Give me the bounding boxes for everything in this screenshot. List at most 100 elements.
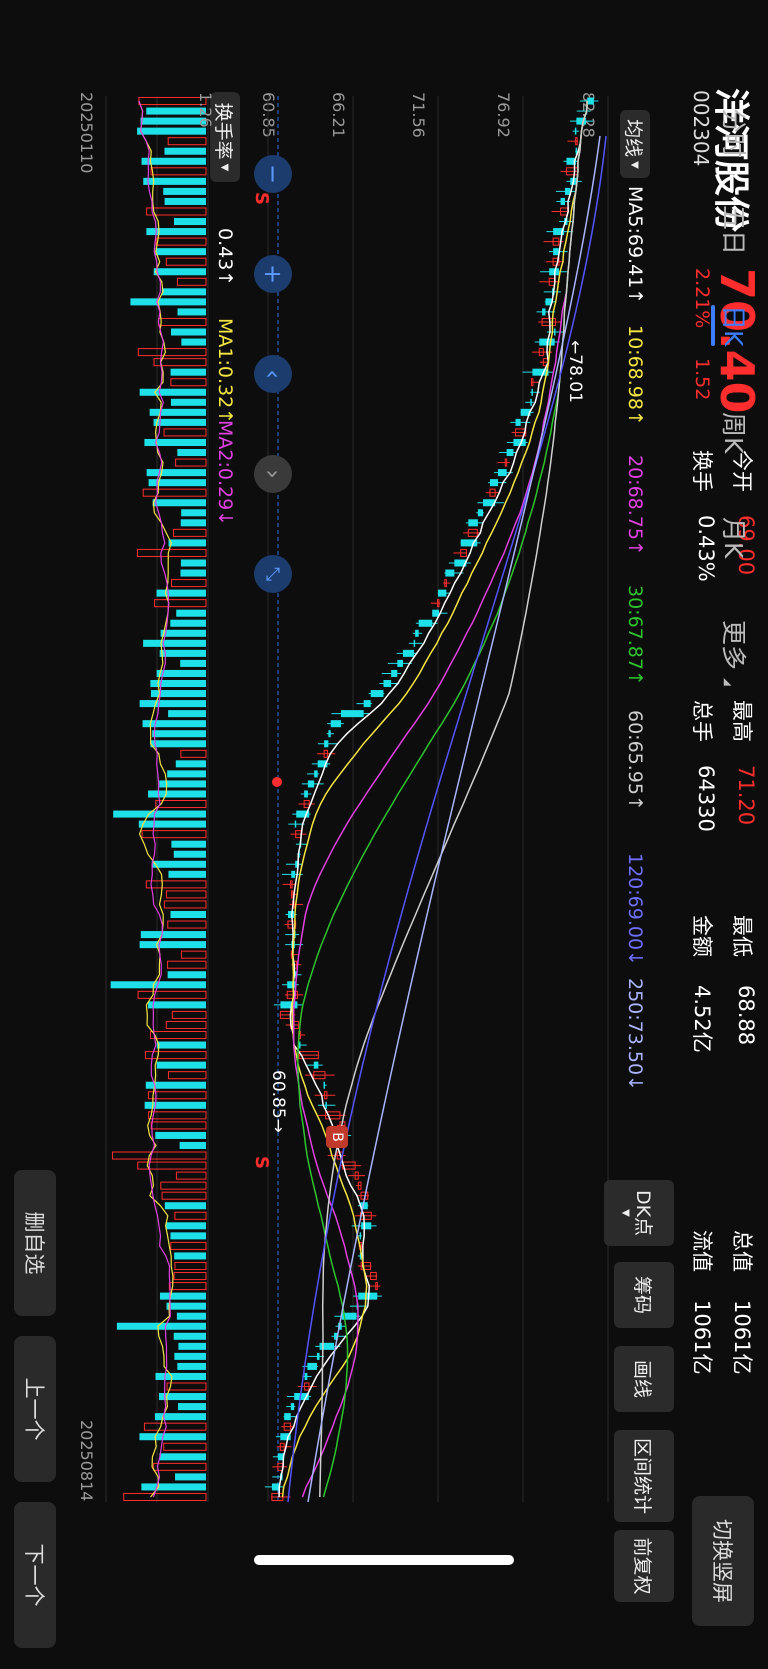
turnover-bar (167, 1071, 207, 1080)
turnover-bar (174, 1252, 206, 1260)
kline-chart[interactable] (0, 0, 768, 1669)
candle-body (328, 730, 331, 738)
turnover-bar (175, 458, 207, 467)
turnover-bar (156, 589, 206, 597)
turnover-bar (170, 619, 206, 627)
prev-stock-button[interactable]: 上一个 (14, 1336, 56, 1482)
turnover-bar (156, 1061, 206, 1069)
turnover-bar (138, 820, 206, 828)
candle-body (542, 308, 546, 316)
turnover-bar (175, 1171, 207, 1180)
turnover-bar (176, 1312, 206, 1320)
turnover-bar (164, 147, 206, 155)
turnover-bar (164, 197, 206, 205)
candle-body (506, 449, 514, 457)
turnover-bar (145, 880, 207, 889)
turnover-bar (153, 418, 206, 426)
tab-monthly-k[interactable]: 月K (717, 517, 753, 558)
low-annotation: 60.85→ (268, 1070, 288, 1133)
turnover-bar (137, 127, 206, 135)
next-stock-button[interactable]: 下一个 (14, 1502, 56, 1648)
candle-body (323, 1081, 325, 1089)
turnover-bar (161, 1191, 207, 1200)
turnover-ma1: MA1:0.32↑ (214, 318, 236, 425)
candle-body (438, 589, 447, 597)
turnover-bar (154, 599, 207, 608)
turnover-bar (137, 990, 207, 999)
chevron-down-icon: ▼ (219, 163, 231, 172)
turnover-bar (177, 449, 206, 457)
tab-more[interactable]: 更多 ◢ (717, 620, 753, 686)
turnover-bar (139, 388, 206, 396)
turnover-bar (111, 1151, 207, 1160)
turnover-ma2: MA2:0.29↓ (214, 420, 236, 527)
ma-line (278, 100, 588, 1498)
turnover-bar (168, 1282, 207, 1291)
zoom-out-icon: − (259, 163, 287, 185)
turnover-bar (165, 1020, 207, 1029)
candle-body (477, 509, 484, 517)
tab-daily-k-label: 日K (719, 305, 748, 347)
landscape-kline-screen: 洋河股份 002304 70.40 2.21% 1.52 今开 69.00 换手… (0, 0, 768, 1669)
candle-body (402, 649, 414, 657)
candle-body (313, 1061, 319, 1069)
tab-weekly-k[interactable]: 周K (717, 412, 753, 453)
candle-body (468, 519, 478, 527)
turnover-bar (166, 1302, 206, 1310)
turnover-bar (180, 659, 206, 667)
zoom-in-icon: + (259, 263, 287, 285)
turnover-bar (142, 720, 206, 728)
tab-more-label: 更多 (719, 620, 748, 671)
sell-marker-2: S (251, 1156, 272, 1169)
turnover-bar (176, 609, 206, 617)
candle-body (489, 479, 499, 487)
collapse-button[interactable]: ⤡ (254, 555, 292, 593)
candle-body (304, 790, 308, 798)
turnover-bar (171, 1010, 207, 1019)
zoom-out-button[interactable]: − (254, 155, 292, 193)
turnover-ma-line (138, 100, 171, 1498)
scroll-left-button[interactable]: ‹ (254, 355, 292, 393)
candle-body (291, 870, 296, 878)
turnover-bar (174, 1211, 207, 1220)
turnover-bar (142, 488, 207, 497)
turnover-bar (179, 1141, 206, 1149)
candle-body (530, 398, 532, 406)
candle-body (290, 1403, 295, 1411)
sell-marker-1: S (251, 192, 272, 205)
date-start: 20250110 (77, 92, 96, 174)
scroll-right-button[interactable]: › (254, 455, 292, 493)
scroll-left-icon: ‹ (259, 369, 287, 379)
turnover-bar (159, 649, 206, 657)
collapse-icon: ⤡ (262, 566, 284, 582)
turnover-bar (173, 1272, 207, 1281)
tab-intraday[interactable]: 分时 (717, 108, 753, 158)
turnover-bar (172, 528, 207, 537)
turnover-bar (181, 509, 206, 517)
turnover-bar (177, 308, 206, 316)
turnover-bar (153, 268, 206, 276)
remove-watchlist-button[interactable]: 删自选 (14, 1170, 56, 1316)
turnover-bar (178, 1342, 206, 1350)
turnover-bar (155, 800, 207, 809)
candle-body (294, 820, 297, 828)
ma-line (307, 135, 601, 1503)
candle-body (587, 97, 594, 105)
turnover-bar (165, 257, 207, 266)
turnover-bar (171, 579, 207, 588)
tab-five-day[interactable]: 五日 (717, 205, 753, 255)
turnover-bar (150, 167, 207, 176)
turnover-bar (145, 1051, 207, 1060)
candle-body (415, 629, 419, 637)
zoom-in-button[interactable]: + (254, 255, 292, 293)
scroll-right-icon: › (259, 469, 287, 479)
home-indicator (254, 1555, 514, 1565)
candle-body (316, 1352, 320, 1360)
turnover-bar (174, 218, 206, 226)
high-annotation: ←78.01 (565, 340, 585, 403)
turnover-bar (123, 1492, 207, 1501)
turnover-bar (173, 850, 206, 858)
turnover-bar (170, 1241, 207, 1250)
candle-body (413, 639, 416, 647)
tab-daily-k[interactable]: 日K (711, 305, 753, 347)
